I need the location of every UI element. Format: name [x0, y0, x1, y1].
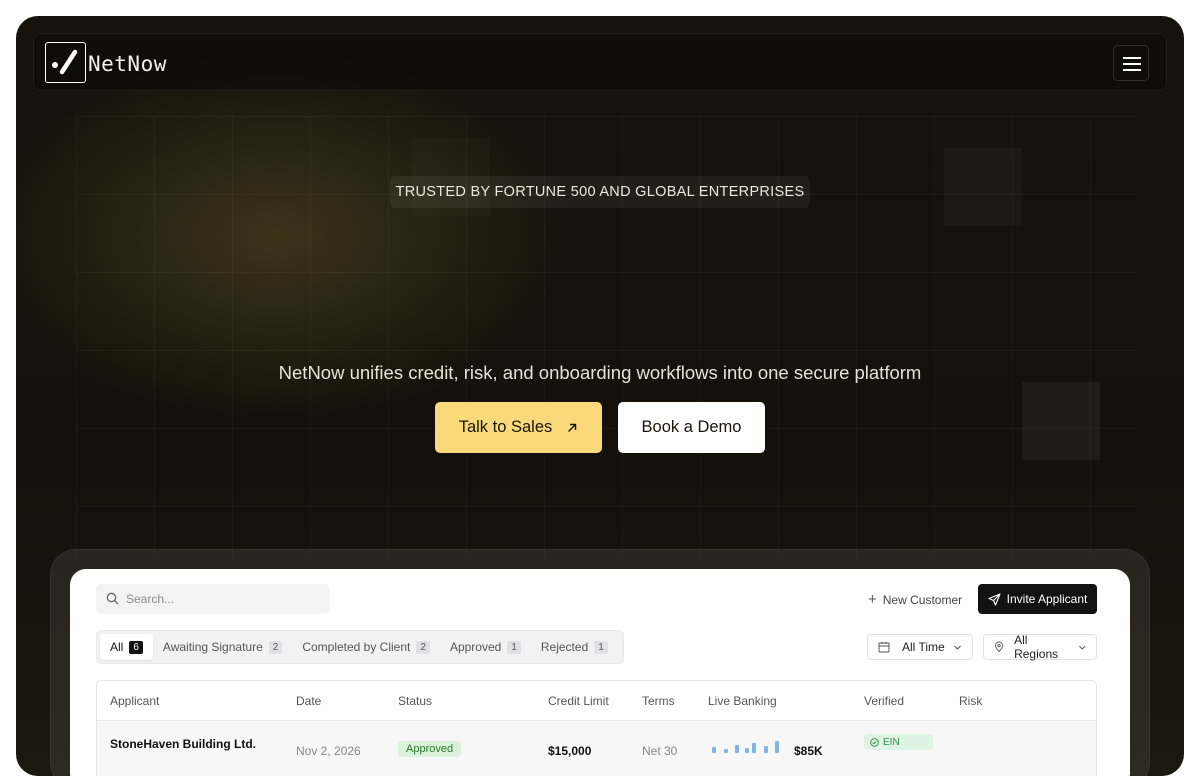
- sparkline-bar: [712, 747, 716, 753]
- invite-applicant-label: Invite Applicant: [1006, 592, 1088, 606]
- sparkline-bar: [775, 741, 779, 753]
- time-filter-label: All Time: [902, 640, 945, 654]
- brand-name[interactable]: NetNow: [88, 52, 167, 76]
- new-customer-label: New Customer: [882, 592, 963, 607]
- send-icon: [988, 592, 1001, 606]
- verified-label: EIN: [883, 736, 900, 748]
- grid-tile: [1022, 382, 1100, 460]
- tab-label: Completed by Client: [302, 640, 411, 654]
- logo-icon[interactable]: [45, 42, 86, 83]
- status-tabs: All 6 Awaiting Signature 2 Completed by …: [96, 630, 624, 664]
- book-demo-button[interactable]: Book a Demo: [618, 402, 765, 453]
- search-placeholder: Search...: [126, 592, 175, 606]
- trust-badge: TRUSTED BY FORTUNE 500 AND GLOBAL ENTERP…: [390, 176, 810, 208]
- applicants-table: Applicant Date Status Credit Limit Terms…: [96, 680, 1097, 776]
- tab-completed-by-client[interactable]: Completed by Client 2: [292, 634, 440, 660]
- menu-icon: [1123, 57, 1141, 59]
- tab-awaiting-signature[interactable]: Awaiting Signature 2: [153, 634, 292, 660]
- status-badge: Approved: [398, 741, 462, 757]
- tab-count: 6: [129, 640, 143, 654]
- table-row[interactable]: StoneHaven Building Ltd. Nov 2, 2026 App…: [97, 722, 1096, 776]
- location-pin-icon: [994, 641, 1004, 653]
- plus-icon: +: [868, 591, 877, 608]
- grid-tile: [944, 148, 1022, 226]
- live-banking-value: $85K: [794, 744, 823, 758]
- column-header-live-banking[interactable]: Live Banking: [708, 694, 777, 708]
- search-input[interactable]: Search...: [96, 584, 330, 614]
- menu-button[interactable]: [1113, 45, 1149, 81]
- region-filter-select[interactable]: All Regions: [983, 633, 1097, 661]
- talk-to-sales-button[interactable]: Talk to Sales: [435, 402, 602, 453]
- top-navbar: NetNow: [33, 33, 1167, 91]
- live-banking-sparkline: [712, 739, 784, 753]
- column-header-risk[interactable]: Risk: [959, 694, 982, 708]
- column-header-status[interactable]: Status: [398, 694, 432, 708]
- time-filter-select[interactable]: All Time: [867, 634, 973, 660]
- tab-rejected[interactable]: Rejected 1: [531, 634, 618, 660]
- sparkline-bar: [745, 748, 749, 753]
- tab-label: All: [110, 640, 124, 654]
- check-circle-icon: [870, 737, 879, 747]
- hero-tagline: NetNow unifies credit, risk, and onboard…: [278, 362, 922, 383]
- search-icon: [106, 592, 119, 605]
- verified-badge: EIN: [864, 734, 933, 750]
- column-header-terms[interactable]: Terms: [642, 694, 675, 708]
- row-credit-limit: $15,000: [548, 744, 592, 758]
- chevron-down-icon: [1078, 645, 1085, 650]
- tab-count: 2: [416, 640, 430, 654]
- tab-label: Awaiting Signature: [162, 640, 263, 654]
- menu-icon: [1123, 69, 1141, 71]
- tab-count: 1: [594, 640, 608, 654]
- tab-count: 1: [507, 640, 521, 654]
- hero-frame: NetNow TRUSTED BY FORTUNE 500 AND GLOBAL…: [16, 16, 1184, 776]
- tab-label: Rejected: [540, 640, 589, 654]
- column-header-applicant[interactable]: Applicant: [110, 694, 159, 708]
- region-filter-label: All Regions: [1014, 633, 1059, 661]
- column-header-date[interactable]: Date: [296, 694, 321, 708]
- tab-count: 2: [268, 640, 283, 654]
- chevron-down-icon: [953, 645, 961, 650]
- sparkline-bar: [752, 743, 756, 753]
- talk-to-sales-label: Talk to Sales: [458, 418, 553, 436]
- row-date: Nov 2, 2026: [296, 744, 361, 758]
- new-customer-button[interactable]: + New Customer: [868, 591, 962, 608]
- column-header-credit-limit[interactable]: Credit Limit: [548, 694, 609, 708]
- applicant-name[interactable]: StoneHaven Building Ltd.: [110, 737, 256, 751]
- arrow-up-right-icon: [568, 423, 577, 432]
- menu-icon: [1123, 63, 1141, 65]
- book-demo-label: Book a Demo: [641, 418, 742, 436]
- row-terms: Net 30: [642, 744, 678, 758]
- dashboard-preview: Search... + New Customer Invite Applican…: [70, 569, 1130, 776]
- column-header-verified[interactable]: Verified: [864, 694, 904, 708]
- invite-applicant-button[interactable]: Invite Applicant: [978, 584, 1097, 614]
- tab-label: Approved: [449, 640, 502, 654]
- calendar-icon: [878, 642, 890, 653]
- table-header: Applicant Date Status Credit Limit Terms…: [97, 681, 1096, 721]
- tab-all[interactable]: All 6: [100, 634, 153, 660]
- tab-approved[interactable]: Approved 1: [440, 634, 531, 660]
- sparkline-bar: [735, 745, 739, 753]
